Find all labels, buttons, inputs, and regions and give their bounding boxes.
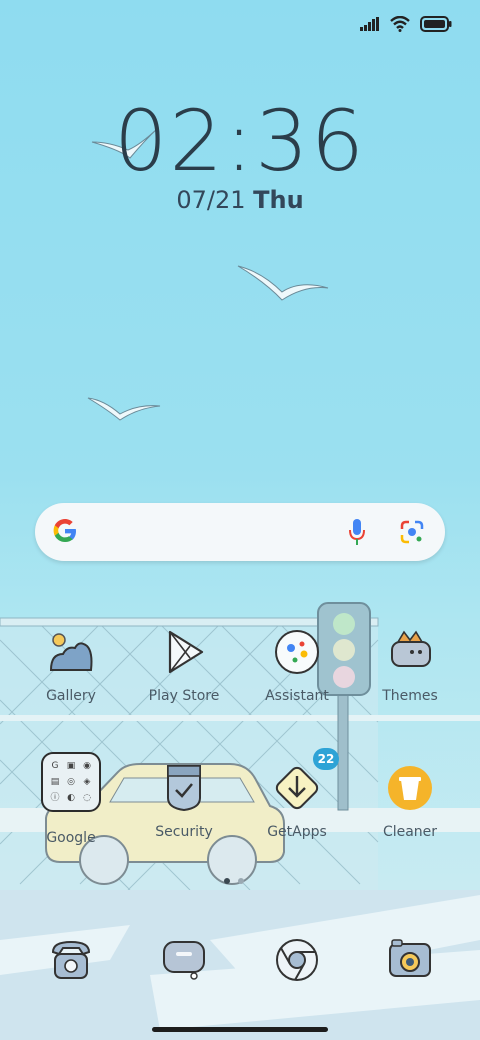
assistant-icon	[271, 626, 323, 678]
app-getapps[interactable]: 22 GetApps	[247, 748, 347, 840]
app-label: Play Store	[148, 688, 220, 704]
security-icon	[158, 762, 210, 814]
date-value: 07/21	[176, 186, 246, 214]
gallery-icon	[45, 626, 97, 678]
status-bar	[360, 16, 452, 32]
app-play-store[interactable]: Play Store	[134, 626, 234, 704]
app-cleaner[interactable]: Cleaner	[360, 762, 460, 840]
app-label: Security	[155, 824, 213, 840]
app-security[interactable]: Security	[134, 762, 234, 840]
google-lens-icon[interactable]	[399, 519, 425, 545]
page-dot	[238, 878, 244, 884]
wifi-icon	[390, 16, 410, 32]
battery-icon	[420, 16, 452, 32]
app-label: Assistant	[265, 688, 329, 704]
app-label: Cleaner	[382, 824, 438, 840]
app-themes[interactable]: Themes	[360, 626, 460, 704]
dock-chrome[interactable]	[247, 934, 347, 986]
microphone-icon[interactable]	[347, 517, 367, 547]
app-assistant[interactable]: Assistant	[247, 626, 347, 704]
page-indicator[interactable]	[224, 878, 244, 884]
app-label: GetApps	[267, 824, 327, 840]
folder-icon: G ▣ ◉ ▤ ◎ ◈ ⓘ ◐ ◌	[41, 752, 101, 812]
date[interactable]: 07/21 Thu	[0, 186, 480, 214]
app-gallery[interactable]: Gallery	[21, 626, 121, 704]
messages-icon	[158, 934, 210, 986]
app-label: Google	[46, 830, 96, 846]
notification-badge: 22	[313, 748, 339, 770]
dock-camera[interactable]	[360, 934, 460, 986]
weekday: Thu	[253, 186, 304, 214]
clock[interactable]: 02:36	[0, 92, 480, 190]
dock-phone[interactable]	[21, 934, 121, 986]
google-search-bar[interactable]	[35, 503, 445, 561]
play-store-icon	[158, 626, 210, 678]
cleaner-icon	[384, 762, 436, 814]
home-gesture-bar[interactable]	[152, 1027, 328, 1032]
folder-google[interactable]: G ▣ ◉ ▤ ◎ ◈ ⓘ ◐ ◌ Google	[21, 752, 121, 846]
signal-icon	[360, 17, 379, 31]
google-logo-icon[interactable]	[51, 517, 79, 545]
themes-icon	[384, 626, 436, 678]
chrome-icon	[271, 934, 323, 986]
phone-icon	[45, 934, 97, 986]
page-dot-active	[224, 878, 230, 884]
camera-icon	[384, 934, 436, 986]
getapps-icon: 22	[271, 748, 339, 814]
app-label: Themes	[382, 688, 438, 704]
app-label: Gallery	[46, 688, 96, 704]
dock-messages[interactable]	[134, 934, 234, 986]
